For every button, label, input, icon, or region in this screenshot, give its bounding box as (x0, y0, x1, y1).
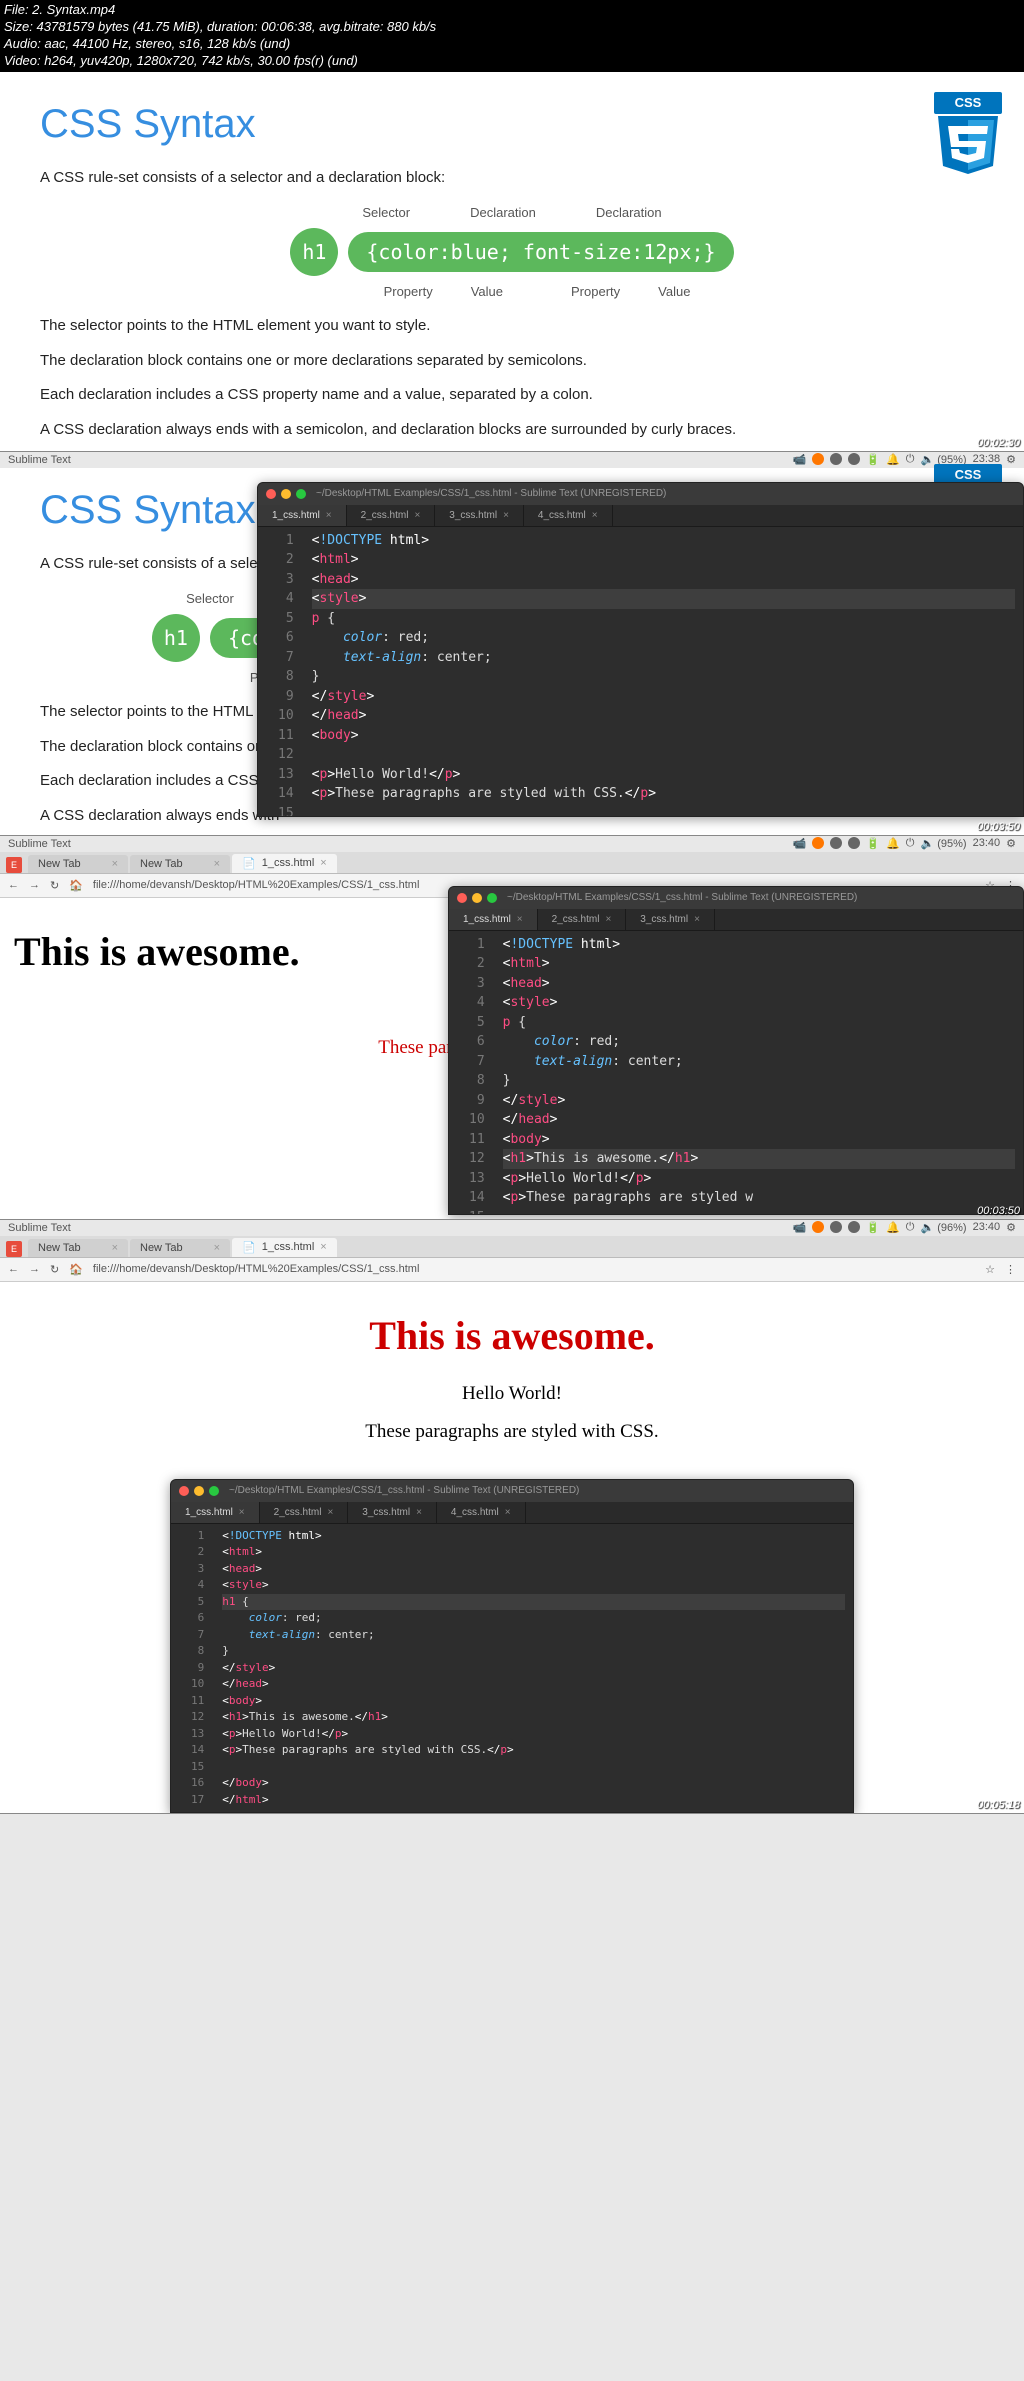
sublime-editor[interactable]: ~/Desktop/HTML Examples/CSS/1_css.html -… (257, 482, 1024, 817)
page-title: CSS Syntax (40, 102, 984, 147)
rendered-page: This is awesome. Hello World! These para… (0, 1282, 1024, 1479)
para-1: The selector points to the HTML element … (40, 315, 984, 338)
mediainfo-overlay: File: 2. Syntax.mp4 Size: 43781579 bytes… (0, 0, 1024, 72)
browser-tab-2[interactable]: New Tab× (130, 1239, 230, 1257)
tab-1[interactable]: 1_css.html× (449, 909, 538, 930)
close-tab-icon[interactable]: × (326, 510, 332, 521)
label-declaration-2: Declaration (586, 201, 672, 224)
para-2: The declaration block contains one or mo… (40, 350, 984, 373)
code-editor[interactable]: 1234567891011121314151617 <!DOCTYPE html… (171, 1524, 853, 1813)
tab-3[interactable]: 3_css.html× (626, 909, 715, 930)
star-icon[interactable]: ☆ (985, 1263, 995, 1276)
tray-icon-1[interactable] (830, 453, 842, 465)
timestamp-4: 00:05:18 (977, 1799, 1020, 1811)
mediainfo-size: Size: 43781579 bytes (41.75 MiB), durati… (4, 19, 1020, 36)
nav-forward-icon[interactable]: → (29, 1263, 40, 1275)
address-bar: ← → ↻ 🏠 file:///home/devansh/Desktop/HTM… (0, 1258, 1024, 1282)
tab-1[interactable]: 1_css.html× (258, 505, 347, 526)
browser-tabs: E New Tab× New Tab× 📄 1_css.html× (0, 1236, 1024, 1258)
tab-2[interactable]: 2_css.html× (260, 1502, 349, 1523)
browser-tab-1[interactable]: New Tab× (28, 1239, 128, 1257)
nav-forward-icon[interactable]: → (29, 879, 40, 891)
battery-icon[interactable]: 🔋 (866, 453, 880, 466)
code-editor[interactable]: 123456789101112131415161718 <!DOCTYPE ht… (258, 527, 1023, 817)
os-titlebar: Sublime Text 📹 🔋🔔⏻ 🔈 (95%) 23:40 ⚙ (0, 836, 1024, 852)
mediainfo-file: File: 2. Syntax.mp4 (4, 2, 1020, 19)
menu-icon[interactable]: ⚙ (1006, 453, 1016, 466)
mediainfo-video: Video: h264, yuv420p, 1280x720, 742 kb/s… (4, 53, 1020, 70)
screenshot-3: Sublime Text 📹 🔋🔔⏻ 🔈 (95%) 23:40 ⚙ E New… (0, 836, 1024, 1220)
close-tab-icon[interactable]: × (112, 858, 118, 870)
rendered-p2: These paragraphs are styled with CSS. (14, 1421, 1010, 1443)
nav-back-icon[interactable]: ← (8, 1263, 19, 1275)
maximize-icon[interactable] (296, 489, 306, 499)
sublime-editor[interactable]: ~/Desktop/HTML Examples/CSS/1_css.html -… (170, 1479, 854, 1814)
css3-logo: CSS (934, 92, 1004, 182)
window-title: ~/Desktop/HTML Examples/CSS/1_css.html -… (316, 488, 666, 499)
para-4: A CSS declaration always ends with a sem… (40, 419, 984, 442)
app-name: Sublime Text (8, 454, 71, 466)
pill-selector: h1 (290, 228, 338, 276)
close-icon[interactable] (266, 489, 276, 499)
browser-tab-2[interactable]: New Tab× (130, 855, 230, 873)
rendered-h1-red: This is awesome. (14, 1312, 1010, 1359)
pill-declaration: {color:blue; font-size:12px;} (348, 232, 733, 272)
line-numbers: 123456789101112131415161718 (258, 527, 304, 817)
label-property-2: Property (567, 280, 624, 303)
window-controls (266, 489, 306, 499)
os-titlebar: Sublime Text 📹 🔋🔔⏻ 🔈 (96%) 23:40 ⚙ (0, 1220, 1024, 1236)
rec-icon[interactable]: 📹 (793, 453, 807, 466)
browser-app-icon[interactable]: E (6, 1241, 22, 1257)
tab-2[interactable]: 2_css.html× (538, 909, 627, 930)
tab-1[interactable]: 1_css.html× (171, 1502, 260, 1523)
home-icon[interactable]: 🏠 (69, 879, 83, 892)
bell-icon[interactable]: 🔔 (886, 453, 900, 466)
tab-4[interactable]: 4_css.html× (524, 505, 613, 526)
label-declaration-1: Declaration (460, 201, 546, 224)
reload-icon[interactable]: ↻ (50, 1263, 59, 1276)
code-editor[interactable]: 123456789101112131415161718 <!DOCTYPE ht… (449, 931, 1023, 1215)
label-value-2: Value (654, 280, 694, 303)
tab-3[interactable]: 3_css.html× (348, 1502, 437, 1523)
para-3: Each declaration includes a CSS property… (40, 384, 984, 407)
browser-tab-3[interactable]: 📄 1_css.html× (232, 1238, 337, 1257)
syntax-diagram: Selector Declaration Declaration h1 {col… (40, 201, 984, 303)
screenshot-4: Sublime Text 📹 🔋🔔⏻ 🔈 (96%) 23:40 ⚙ E New… (0, 1220, 1024, 1815)
browser-tab-3[interactable]: 📄 1_css.html× (232, 854, 337, 873)
intro-text: A CSS rule-set consists of a selector an… (40, 167, 984, 190)
tab-2[interactable]: 2_css.html× (347, 505, 436, 526)
screenshot-1: CSS CSS Syntax A CSS rule-set consists o… (0, 72, 1024, 452)
browser-tab-1[interactable]: New Tab× (28, 855, 128, 873)
label-property-1: Property (380, 280, 437, 303)
url-field[interactable]: file:///home/devansh/Desktop/HTML%20Exam… (93, 1263, 975, 1275)
tray-icon-2[interactable] (848, 453, 860, 465)
label-selector: Selector (352, 201, 420, 224)
rec-icon[interactable]: 📹 (793, 837, 807, 850)
timestamp-3: 00:03:50 (977, 1205, 1020, 1217)
nav-back-icon[interactable]: ← (8, 879, 19, 891)
browser-app-icon[interactable]: E (6, 857, 22, 873)
minimize-icon[interactable] (281, 489, 291, 499)
home-icon[interactable]: 🏠 (69, 1263, 83, 1276)
css3-badge-text: CSS (934, 92, 1002, 114)
timestamp-2: 00:03:50 (977, 821, 1020, 833)
label-value-1: Value (467, 280, 507, 303)
timestamp-1: 00:02:30 (977, 437, 1020, 449)
editor-tabs: 1_css.html× 2_css.html× 3_css.html× 4_cs… (258, 505, 1023, 527)
rendered-p1: Hello World! (14, 1383, 1010, 1405)
browser-tabs: E New Tab× New Tab× 📄 1_css.html× (0, 852, 1024, 874)
sublime-editor[interactable]: ~/Desktop/HTML Examples/CSS/1_css.html -… (448, 886, 1024, 1215)
chrome-icon[interactable] (812, 453, 824, 465)
tab-4[interactable]: 4_css.html× (437, 1502, 526, 1523)
menu-icon[interactable]: ⋮ (1005, 1263, 1016, 1276)
screenshot-2: Sublime Text 📹 🔋 🔔 ⏻ 🔈 (95%) 23:38 ⚙ CSS… (0, 452, 1024, 836)
os-titlebar: Sublime Text 📹 🔋 🔔 ⏻ 🔈 (95%) 23:38 ⚙ (0, 452, 1024, 468)
reload-icon[interactable]: ↻ (50, 879, 59, 892)
tab-3[interactable]: 3_css.html× (435, 505, 524, 526)
code-content[interactable]: <!DOCTYPE html> <html> <head> <style> p … (304, 527, 1023, 817)
mediainfo-audio: Audio: aac, 44100 Hz, stereo, s16, 128 k… (4, 36, 1020, 53)
power-icon[interactable]: ⏻ (906, 453, 915, 466)
